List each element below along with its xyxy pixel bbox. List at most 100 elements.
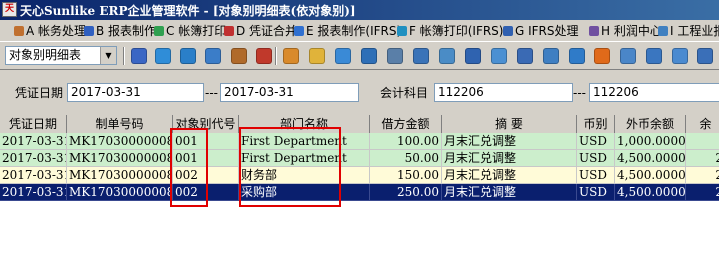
- cell-fx-balance: 4,500.0000: [615, 184, 686, 201]
- column-header-debit[interactable]: 借方金额: [370, 115, 442, 133]
- lock-icon[interactable]: [413, 48, 429, 64]
- cell-department: 采购部: [239, 184, 370, 201]
- briefcase-icon[interactable]: [231, 48, 247, 64]
- cell-date: 2017-03-31: [0, 133, 67, 150]
- grid-icon[interactable]: [517, 48, 533, 64]
- table-row[interactable]: 2017-03-31 MK170300000087 001 First Departm…: [0, 150, 719, 167]
- column-header-object-code[interactable]: 对象别代号: [173, 115, 239, 133]
- table-row[interactable]: 2017-03-31 MK170300000087 001 First Departm…: [0, 133, 719, 150]
- date-from-field[interactable]: 2017-03-31: [67, 83, 204, 102]
- cell-department: First Department: [239, 133, 370, 150]
- cell-object-code: 002: [173, 167, 239, 184]
- menu-item-8[interactable]: I 工程业报表: [658, 23, 719, 39]
- report-type-select[interactable]: 对象别明细表 ▼: [5, 46, 117, 65]
- cell-doc-no: MK170300000087: [67, 150, 173, 167]
- menu-item-3[interactable]: D 凭证合并: [224, 23, 297, 39]
- cell-doc-no: MK170300000087: [67, 167, 173, 184]
- filter-icon[interactable]: [672, 48, 688, 64]
- cell-balance: 2: [686, 167, 719, 184]
- cell-summary: 月末汇兑调整: [442, 184, 577, 201]
- cell-debit: 250.00: [370, 184, 442, 201]
- bookmark-icon[interactable]: [361, 48, 377, 64]
- page-icon[interactable]: [439, 48, 455, 64]
- profit-center-icon: [589, 26, 599, 36]
- sum-icon[interactable]: [465, 48, 481, 64]
- toolbar-separator: [123, 47, 125, 65]
- account-range-separator: ---: [573, 86, 586, 100]
- menu-item-0[interactable]: A 帐务处理: [14, 23, 86, 39]
- users-icon[interactable]: [283, 48, 299, 64]
- menu-item-5[interactable]: F 帐簿打印(IFRS): [397, 23, 503, 39]
- menu-item-label: C 帐簿打印: [166, 24, 227, 38]
- menu-item-label: E 报表制作(IFRS): [306, 24, 402, 38]
- menu-item-2[interactable]: C 帐簿打印: [154, 23, 226, 39]
- preview-icon[interactable]: [335, 48, 351, 64]
- table-header: 凭证日期 制单号码 对象别代号 部门名称 借方金额摘 要币别 外币余额余: [0, 115, 719, 134]
- cell-fx-balance: 1,000.0000: [615, 133, 686, 150]
- ledger-icon: [14, 26, 24, 36]
- cell-object-code: 002: [173, 184, 239, 201]
- chevron-down-icon[interactable]: ▼: [100, 47, 116, 64]
- email-icon[interactable]: [205, 48, 221, 64]
- cell-date: 2017-03-31: [0, 150, 67, 167]
- save-icon[interactable]: [131, 48, 147, 64]
- merge-icon: [224, 26, 234, 36]
- cell-department: First Department: [239, 150, 370, 167]
- cell-fx-balance: 4,500.0000: [615, 167, 686, 184]
- column-header-fx-balance[interactable]: 外币余额: [615, 115, 686, 133]
- account-from-field[interactable]: 112206: [434, 83, 573, 102]
- column-header-department[interactable]: 部门名称: [239, 115, 370, 133]
- check-icon[interactable]: [543, 48, 559, 64]
- cell-balance: 2: [686, 184, 719, 201]
- menu-item-label: D 凭证合并: [236, 24, 298, 38]
- refresh-icon[interactable]: [180, 48, 196, 64]
- exit-icon[interactable]: [697, 48, 713, 64]
- key-icon[interactable]: [387, 48, 403, 64]
- cell-object-code: 001: [173, 133, 239, 150]
- menu-item-4[interactable]: E 报表制作(IFRS): [294, 23, 401, 39]
- help-icon[interactable]: [646, 48, 662, 64]
- window-title: 天心Sunlike ERP企业管理软件 - [对象别明细表(依对象别)]: [20, 4, 356, 18]
- column-header-date[interactable]: 凭证日期: [0, 115, 67, 133]
- menu-item-label: I 工程业报表: [670, 24, 719, 38]
- chart-icon[interactable]: [569, 48, 585, 64]
- cell-object-code: 001: [173, 150, 239, 167]
- column-header-doc-no[interactable]: 制单号码: [67, 115, 173, 133]
- table-row[interactable]: 2017-03-31 MK170300000087 002 采购部 250.00 月末汇兑…: [0, 184, 719, 201]
- cell-department: 财务部: [239, 167, 370, 184]
- print-icon: [154, 26, 164, 36]
- menu-item-7[interactable]: H 利润中心: [589, 23, 662, 39]
- cell-summary: 月末汇兑调整: [442, 167, 577, 184]
- menu-item-1[interactable]: B 报表制作: [84, 23, 156, 39]
- cell-doc-no: MK170300000087: [67, 133, 173, 150]
- detail-table: 凭证日期 制单号码 对象别代号 部门名称 借方金额摘 要币别 外币余额余 2017-03-…: [0, 115, 719, 256]
- cell-currency: USD: [577, 150, 615, 167]
- cell-doc-no: MK170300000087: [67, 184, 173, 201]
- cell-debit: 150.00: [370, 167, 442, 184]
- cell-currency: USD: [577, 184, 615, 201]
- mail-icon[interactable]: [309, 48, 325, 64]
- zoom-icon[interactable]: [620, 48, 636, 64]
- table-row[interactable]: 2017-03-31 MK170300000087 002 财务部 150.00 月末汇兑…: [0, 167, 719, 184]
- print-ifrs-icon: [397, 26, 407, 36]
- column-header-currency[interactable]: 币别: [577, 115, 615, 133]
- engineering-report-icon: [658, 26, 668, 36]
- app-logo-icon: 天: [2, 2, 17, 17]
- menu-item-6[interactable]: G IFRS处理: [503, 23, 579, 39]
- column-header-summary[interactable]: 摘 要: [442, 115, 577, 133]
- find-icon[interactable]: [491, 48, 507, 64]
- export-icon[interactable]: [594, 48, 610, 64]
- cell-summary: 月末汇兑调整: [442, 150, 577, 167]
- toolbar: 对象别明细表 ▼: [0, 42, 719, 70]
- report-icon: [84, 26, 94, 36]
- account-to-field[interactable]: 112206: [589, 83, 719, 102]
- menu-item-label: G IFRS处理: [515, 24, 579, 38]
- column-header-balance[interactable]: 余: [686, 115, 719, 133]
- print-setup-icon[interactable]: [256, 48, 272, 64]
- date-to-field[interactable]: 2017-03-31: [220, 83, 359, 102]
- open-icon[interactable]: [155, 48, 171, 64]
- menu-item-label: H 利润中心: [601, 24, 662, 38]
- menu-bar: A 帐务处理 B 报表制作 C 帐簿打印 D 凭证合并 E 报表制作(IFRS) F 帐簿…: [0, 20, 719, 42]
- cell-debit: 50.00: [370, 150, 442, 167]
- report-type-value: 对象别明细表: [9, 48, 82, 62]
